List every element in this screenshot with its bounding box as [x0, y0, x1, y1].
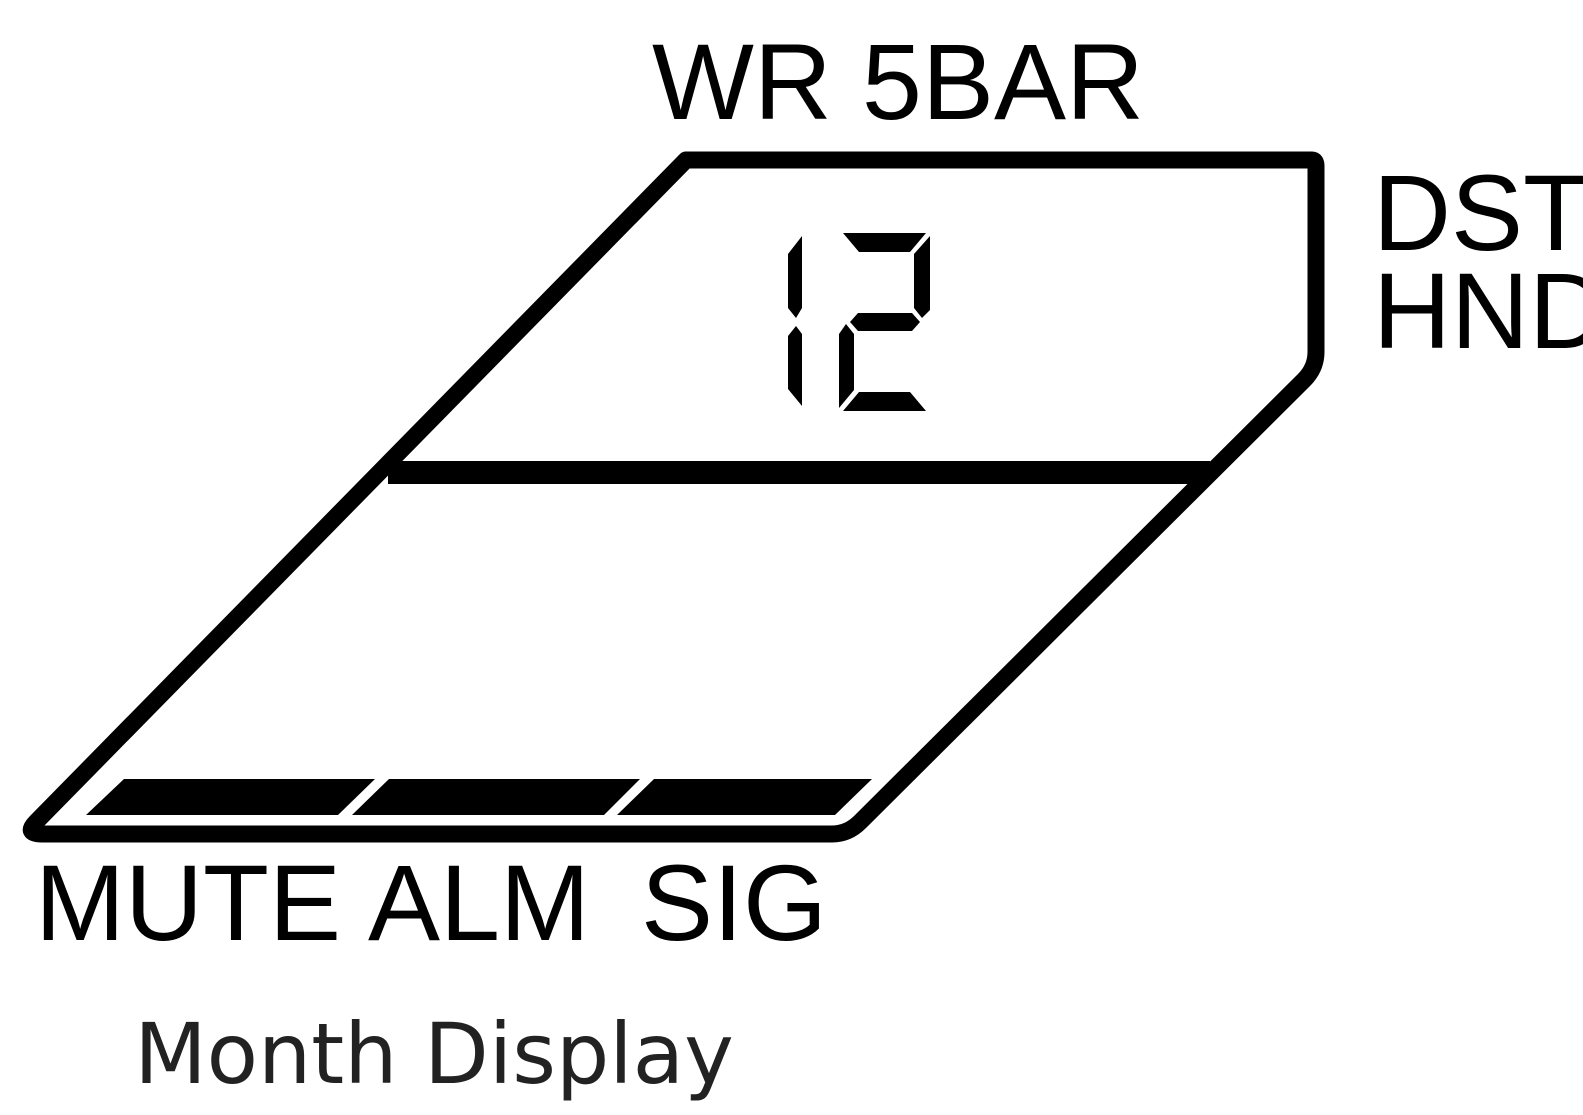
digit-two	[839, 233, 930, 411]
digit-two-top-segment	[843, 233, 926, 252]
digit-two-bottom-segment	[843, 392, 926, 411]
top-label: WR 5BAR	[652, 21, 1144, 142]
digit-one-lower-segment	[788, 326, 802, 406]
digit-two-middle-segment	[850, 313, 920, 331]
lcd-divider-line	[388, 461, 1210, 484]
digit-one	[788, 236, 802, 406]
right-label-hnd: HND	[1373, 250, 1583, 371]
indicator-bar-alm	[352, 779, 640, 815]
digit-two-lower-left-segment	[839, 324, 854, 408]
lcd-outer-frame	[22, 151, 1325, 843]
indicator-label-alm: ALM	[368, 842, 590, 963]
lcd-diagram: WR 5BAR DST HND MUTE ALM SIG Month Displ…	[22, 21, 1583, 1103]
digit-two-upper-right-segment	[914, 236, 930, 318]
indicator-label-mute: MUTE	[35, 842, 341, 963]
indicator-bar-sig	[617, 779, 872, 815]
indicator-bar-mute	[86, 779, 375, 815]
digit-one-upper-segment	[788, 236, 802, 318]
indicator-label-sig: SIG	[641, 842, 827, 963]
diagram-caption: Month Display	[134, 1005, 734, 1103]
